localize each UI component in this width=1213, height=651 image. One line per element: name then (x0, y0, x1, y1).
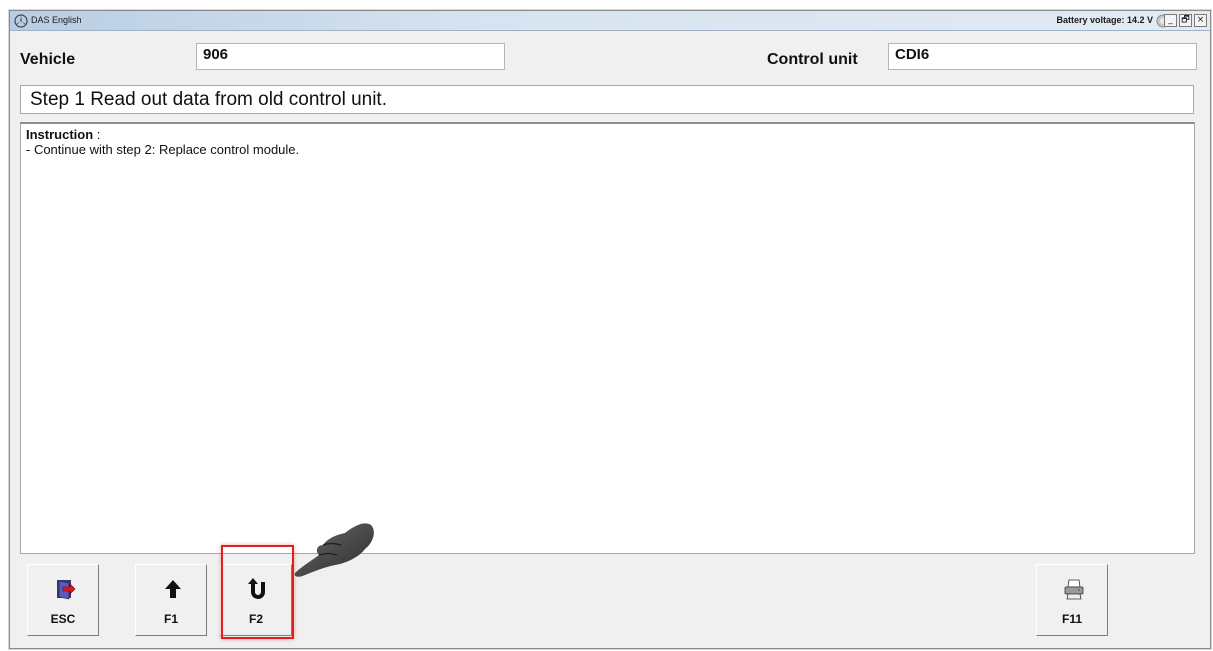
battery-voltage: Battery voltage: 14.2 V (1056, 15, 1153, 25)
vehicle-label: Vehicle (20, 51, 76, 68)
title-bar: DAS English Battery voltage: 14.2 V _ 🗗 … (10, 11, 1210, 31)
instruction-heading: Instruction (26, 127, 94, 142)
header-row: Vehicle 906 Control unit CDI6 (12, 35, 1199, 71)
instruction-heading-row: Instruction : (26, 127, 1189, 142)
instruction-separator: : (93, 127, 101, 142)
instruction-panel: Instruction : - Continue with step 2: Re… (20, 122, 1195, 554)
arrow-up-icon (165, 580, 181, 598)
vehicle-field: 906 (196, 43, 505, 70)
f1-button[interactable]: F1 (135, 564, 207, 636)
close-button[interactable]: × (1194, 14, 1207, 27)
esc-key-label: ESC (50, 612, 76, 626)
f2-highlight-box (221, 545, 294, 639)
control-unit-label: Control unit (767, 51, 858, 68)
f1-key-label: F1 (163, 612, 178, 626)
exit-door-icon (57, 580, 76, 600)
mercedes-star-icon (14, 14, 28, 28)
f11-button[interactable]: F11 (1036, 564, 1108, 636)
control-unit-field: CDI6 (888, 43, 1197, 70)
f11-key-label: F11 (1061, 612, 1082, 626)
instruction-line: - Continue with step 2: Replace control … (26, 142, 300, 157)
pointing-hand-icon (294, 523, 374, 577)
printer-icon (1064, 579, 1084, 600)
function-key-toolbar: ESC F1 F2 F11 (20, 556, 1195, 638)
minimize-button[interactable]: _ (1164, 14, 1177, 27)
window-title: DAS English (31, 15, 82, 25)
step-title: Step 1 Read out data from old control un… (20, 85, 1194, 114)
restore-button[interactable]: 🗗 (1179, 14, 1192, 27)
esc-button[interactable]: ESC (27, 564, 99, 636)
